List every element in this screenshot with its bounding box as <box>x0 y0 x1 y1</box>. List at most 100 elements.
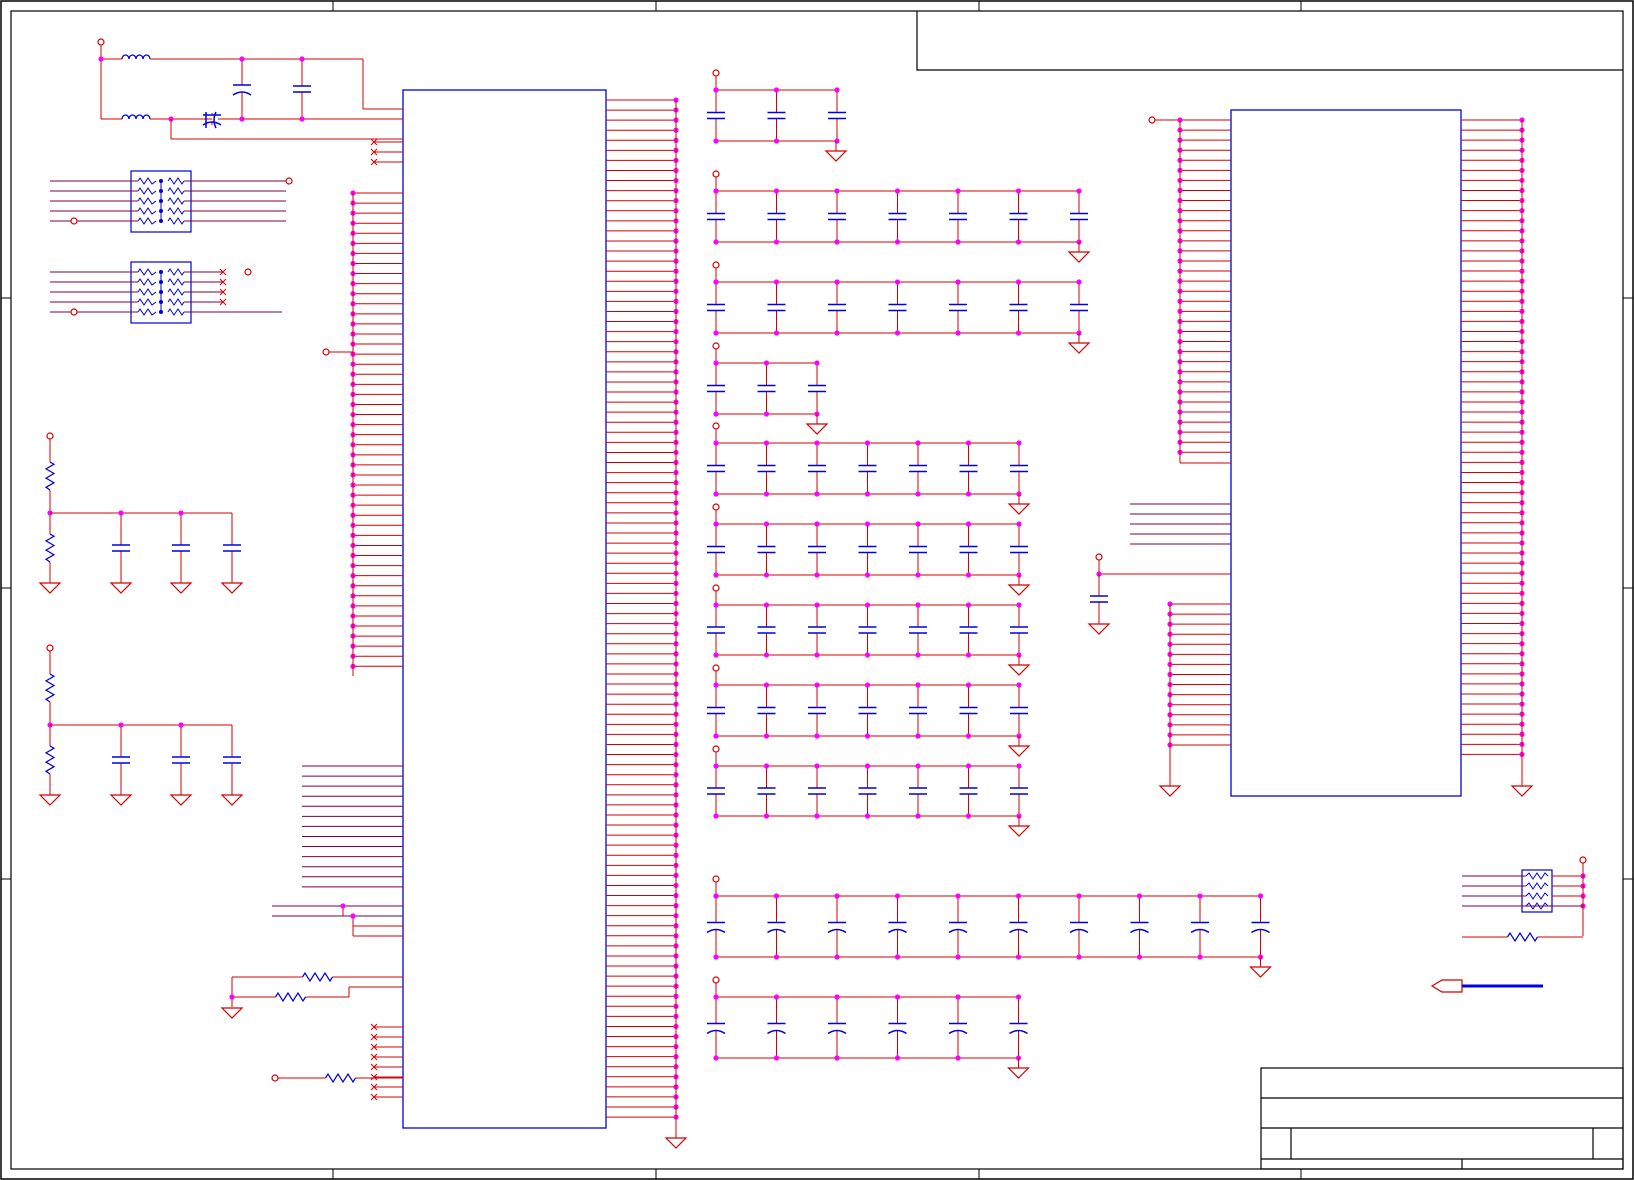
junction-dot <box>814 440 820 446</box>
junction-dot <box>299 56 305 62</box>
ground-icon <box>38 582 62 594</box>
junction-dot <box>864 652 871 658</box>
junction-dot <box>965 521 972 527</box>
junction-dot <box>713 239 719 245</box>
junction-dot <box>773 954 780 960</box>
junction-dot <box>773 1055 780 1061</box>
junction-dot <box>1197 893 1203 899</box>
rc-divider <box>38 644 244 806</box>
junction-dot <box>894 1055 901 1061</box>
power-port-icon <box>271 1074 279 1082</box>
ground-icon <box>169 582 193 594</box>
resistor-icon <box>167 298 185 306</box>
junction-dot <box>763 411 770 417</box>
ground-icon <box>1007 1067 1030 1079</box>
resistor-icon <box>167 177 185 185</box>
ground-icon <box>38 794 62 806</box>
capacitor-bank <box>707 503 1031 596</box>
junction-dot <box>773 994 780 1000</box>
junction-dot <box>894 239 901 245</box>
power-port-icon <box>712 664 720 672</box>
junction-dot <box>834 893 840 899</box>
resistor-icon <box>137 177 157 185</box>
junction-dot <box>239 56 245 62</box>
ground-icon <box>805 423 829 435</box>
ground-icon <box>1510 785 1534 797</box>
ground-icon <box>220 582 244 594</box>
junction-dot <box>965 682 972 688</box>
resistor-icon <box>167 197 185 205</box>
power-port-icon <box>46 432 54 440</box>
junction-dot <box>915 813 921 819</box>
ground-icon <box>1007 503 1031 515</box>
junction-dot <box>1016 602 1022 608</box>
resistor-icon <box>1525 872 1549 880</box>
junction-dot <box>814 733 820 739</box>
power-port-icon <box>712 261 720 269</box>
power-port-icon <box>712 69 720 77</box>
schematic-canvas <box>0 0 1634 1180</box>
junction-dot <box>965 440 972 446</box>
junction-dot <box>814 682 820 688</box>
junction-dot <box>814 521 820 527</box>
junction-dot <box>763 763 770 769</box>
junction-dot <box>773 893 780 899</box>
junction-dot <box>713 87 719 93</box>
junction-dot <box>713 733 719 739</box>
capacitor-bank <box>707 261 1091 354</box>
power-port-icon <box>1579 856 1587 864</box>
resistor-icon <box>167 288 185 296</box>
junction-dot <box>763 682 770 688</box>
capacitor-bank <box>707 342 829 435</box>
junction-dot <box>178 510 184 516</box>
junction-dot <box>834 330 840 336</box>
junction-dot <box>814 491 820 497</box>
junction-dot <box>965 491 972 497</box>
junction-dot <box>773 188 780 194</box>
junction-dot <box>965 572 972 578</box>
junction-dot <box>713 994 719 1000</box>
resistor-icon <box>44 745 56 775</box>
junction-dot <box>98 56 104 62</box>
off-page-connector-icon <box>1430 979 1463 993</box>
ground-icon <box>220 1007 244 1019</box>
resistor-icon <box>167 187 185 195</box>
schematic-drawing <box>38 38 1587 1149</box>
junction-dot <box>864 602 871 608</box>
power-port-icon <box>322 348 330 356</box>
junction-dot <box>965 602 972 608</box>
junction-dot <box>299 116 305 122</box>
junction-dot <box>773 239 780 245</box>
capacitor-bank <box>707 170 1091 263</box>
junction-dot <box>239 116 245 122</box>
junction-dot <box>965 652 972 658</box>
ground-icon <box>220 794 244 806</box>
resistor-icon <box>44 673 56 703</box>
junction-dot <box>763 602 770 608</box>
junction-dot <box>965 733 972 739</box>
junction-dot <box>1015 954 1022 960</box>
header-box <box>916 11 1623 71</box>
junction-dot <box>118 510 124 516</box>
power-port-icon <box>712 503 720 511</box>
resistor-icon <box>137 197 157 205</box>
resistor-network <box>50 261 252 324</box>
resistor-icon <box>1525 882 1549 890</box>
capacitor-bank <box>707 745 1031 837</box>
junction-dot <box>763 521 770 527</box>
junction-dot <box>763 572 770 578</box>
junction-dot <box>814 652 820 658</box>
zone-ticks <box>1 1 1633 1179</box>
ground-icon <box>169 794 193 806</box>
resistor-icon <box>137 308 157 316</box>
junction-dot <box>713 279 719 285</box>
junction-dot <box>713 652 719 658</box>
resistor-icon <box>324 1072 357 1084</box>
resistor-icon <box>1525 892 1549 900</box>
ground-icon <box>1249 966 1272 978</box>
junction-dot <box>1016 763 1022 769</box>
junction-dot <box>864 572 871 578</box>
junction-dot <box>864 521 871 527</box>
junction-dot <box>915 602 921 608</box>
ground-icon <box>1067 342 1091 354</box>
